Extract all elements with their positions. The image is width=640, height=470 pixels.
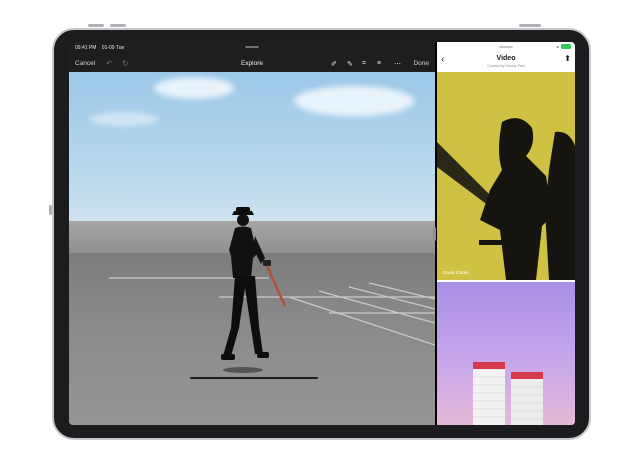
video-tile[interactable]: [437, 282, 575, 425]
split-view-divider[interactable]: [433, 227, 436, 241]
status-time: 09:41 PM: [75, 45, 97, 51]
share-icon[interactable]: ⬆: [564, 54, 571, 63]
battery-icon: [561, 44, 571, 49]
crop-icon[interactable]: ⌗: [362, 60, 366, 68]
status-date: 01-09 Tue: [101, 45, 125, 51]
video-tile[interactable]: David Clarke: [437, 72, 575, 280]
home-indicator[interactable]: [190, 377, 318, 379]
photo-canvas[interactable]: [69, 72, 435, 425]
adjust-icon[interactable]: ≡: [377, 60, 381, 67]
buildings-art: [473, 362, 543, 425]
wifi-icon: ◒: [556, 44, 559, 49]
panel-subtitle: Curated by Nicolas Paul: [487, 64, 525, 68]
video-panel: ◒ ‹ Video Curated by Nicolas Paul ⬆ Davi…: [437, 42, 575, 425]
power-button: [519, 24, 541, 27]
tile-caption: David Clarke: [443, 270, 469, 275]
person-silhouette: [221, 207, 287, 373]
editor-toolbar: Cancel ↶ ↻ Explore ✐ ✎ ⌗ ≡ ⋯ Done: [69, 55, 435, 72]
cloud: [89, 112, 159, 126]
more-icon[interactable]: ⋯: [394, 60, 401, 68]
screen: 09:41 PM 01-09 Tue Cancel ↶ ↻ Explore ✐ …: [69, 42, 575, 425]
multitask-grabber[interactable]: [499, 46, 513, 48]
status-icons: ◒: [556, 44, 571, 49]
video-header: ‹ Video Curated by Nicolas Paul ⬆: [437, 51, 575, 71]
multitask-grabber[interactable]: [245, 46, 259, 48]
cloud: [294, 86, 414, 116]
retouch-icon[interactable]: ✎: [347, 60, 353, 68]
panel-title: Video: [496, 55, 516, 62]
photo-editor: 09:41 PM 01-09 Tue Cancel ↶ ↻ Explore ✐ …: [69, 42, 435, 425]
status-bar: 09:41 PM 01-09 Tue: [69, 42, 435, 54]
camera-dot: [49, 205, 52, 215]
silhouette-art: [437, 118, 575, 280]
volume-button: [110, 24, 126, 27]
markup-pen-icon[interactable]: ✐: [331, 60, 337, 68]
cloud: [154, 77, 234, 99]
volume-button: [88, 24, 104, 27]
done-button[interactable]: Done: [413, 60, 429, 67]
